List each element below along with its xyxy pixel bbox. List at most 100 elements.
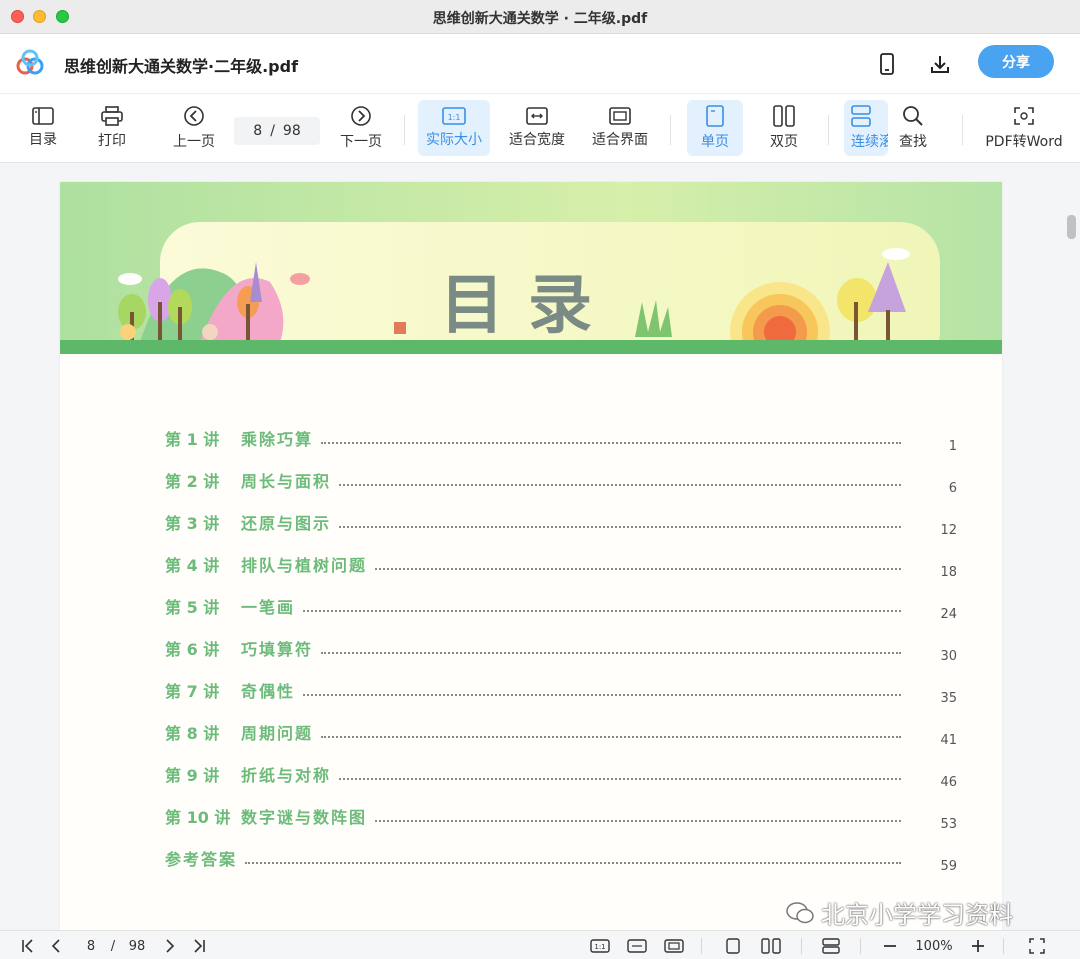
single-page-button[interactable]: 单页 xyxy=(687,100,743,156)
page-number-input[interactable]: 8 / 98 xyxy=(234,117,320,145)
toc-button[interactable]: 目录 xyxy=(18,100,68,156)
app-header: 思维创新大通关数学·二年级.pdf 分享 xyxy=(0,34,1080,94)
toc-entry-page: 18 xyxy=(940,565,957,580)
double-page-label: 双页 xyxy=(770,134,798,150)
toc-entry[interactable]: 第 2 讲 周长与面积 6 xyxy=(165,468,957,496)
toc-entry-page: 41 xyxy=(940,733,957,748)
document-title: 思维创新大通关数学·二年级.pdf xyxy=(64,57,299,76)
fit-page-icon xyxy=(664,939,684,953)
prev-page-button[interactable]: 上一页 xyxy=(165,100,223,156)
toc-leader-dots xyxy=(339,778,901,780)
share-button[interactable]: 分享 xyxy=(978,45,1054,78)
last-page-button[interactable] xyxy=(189,936,209,956)
print-label: 打印 xyxy=(98,133,126,149)
watermark-text: 北京小学学习资料 xyxy=(821,901,1013,929)
svg-text:1:1: 1:1 xyxy=(594,943,605,951)
print-button[interactable]: 打印 xyxy=(88,100,136,156)
toc-entry-title: 折纸与对称 xyxy=(241,766,332,785)
chevron-right-icon xyxy=(166,939,175,953)
status-double-page-button[interactable] xyxy=(760,936,782,956)
window-titlebar: 思维创新大通关数学 · 二年级.pdf xyxy=(0,0,1080,34)
toc-leader-dots xyxy=(245,862,901,864)
toc-entry-page: 1 xyxy=(948,439,957,454)
status-current-page[interactable]: 8 xyxy=(80,936,102,956)
pdf-to-word-button[interactable]: PDF转Word xyxy=(982,100,1066,156)
actual-size-icon: 1:1 xyxy=(442,107,466,125)
status-single-page-button[interactable] xyxy=(724,936,742,956)
toc-entry-number: 第 5 讲 xyxy=(165,598,220,617)
toc-entry[interactable]: 第 6 讲 巧填算符 30 xyxy=(165,636,957,664)
download-icon[interactable] xyxy=(926,50,954,78)
toc-entry-title: 巧填算符 xyxy=(241,640,314,659)
chevron-left-circle-icon xyxy=(184,106,204,126)
continuous-scroll-button[interactable]: 连续滚 xyxy=(844,100,888,156)
toolbar-divider xyxy=(404,115,405,145)
continuous-scroll-icon xyxy=(822,938,840,954)
status-continuous-button[interactable] xyxy=(820,936,842,956)
first-page-button[interactable] xyxy=(18,936,38,956)
next-page-small-button[interactable] xyxy=(160,936,180,956)
toc-entry-number: 第 10 讲 xyxy=(165,808,231,827)
status-divider xyxy=(801,938,802,954)
toc-entry-title: 数字谜与数阵图 xyxy=(241,808,368,827)
toc-entry[interactable]: 参考答案 59 xyxy=(165,846,957,874)
zoom-in-button[interactable] xyxy=(968,936,988,956)
page-separator: / xyxy=(270,123,275,139)
toc-entry[interactable]: 第 9 讲 折纸与对称 46 xyxy=(165,762,957,790)
next-page-label: 下一页 xyxy=(340,134,382,150)
fullscreen-button[interactable] xyxy=(1026,936,1048,956)
toc-entry-page: 6 xyxy=(948,481,957,496)
toc-entry-number: 第 1 讲 xyxy=(165,430,220,449)
fit-width-button[interactable]: 适合宽度 xyxy=(503,100,571,156)
zoom-out-button[interactable] xyxy=(880,936,900,956)
minus-icon xyxy=(884,945,896,947)
convert-icon xyxy=(1014,107,1034,125)
double-page-button[interactable]: 双页 xyxy=(758,100,810,156)
next-page-button[interactable]: 下一页 xyxy=(332,100,390,156)
toolbar-divider xyxy=(962,115,963,145)
document-viewer[interactable]: 目录 第 1 讲 乘除巧算 1 第 2 讲 周长与面积 6 第 3 讲 还原与图示 12 第 4 … xyxy=(0,163,1080,930)
app-logo-icon xyxy=(16,49,44,75)
phone-icon[interactable] xyxy=(873,50,901,78)
prev-page-small-button[interactable] xyxy=(46,936,66,956)
status-fit-page-button[interactable] xyxy=(663,936,685,956)
toc-entry-title: 一笔画 xyxy=(241,598,296,617)
current-page: 8 xyxy=(253,123,263,139)
fit-width-icon xyxy=(627,939,647,953)
fit-width-icon xyxy=(526,107,548,125)
total-pages: 98 xyxy=(282,123,301,139)
toc-label: 目录 xyxy=(29,132,57,148)
toc-entry-number: 第 7 讲 xyxy=(165,682,220,701)
toc-entry-page: 12 xyxy=(940,523,957,538)
toc-entry-title: 还原与图示 xyxy=(241,514,332,533)
toc-entry[interactable]: 第 3 讲 还原与图示 12 xyxy=(165,510,957,538)
single-page-icon xyxy=(706,105,724,127)
status-fit-width-button[interactable] xyxy=(626,936,648,956)
toc-entry[interactable]: 第 7 讲 奇偶性 35 xyxy=(165,678,957,706)
find-button[interactable]: 查找 xyxy=(890,100,936,156)
toc-entry[interactable]: 第 10 讲数字谜与数阵图 53 xyxy=(165,804,957,832)
fit-width-label: 适合宽度 xyxy=(509,132,565,148)
toc-entry-number: 第 4 讲 xyxy=(165,556,220,575)
actual-size-button[interactable]: 1:1 实际大小 xyxy=(418,100,490,156)
zoom-level[interactable]: 100% xyxy=(908,936,960,956)
find-label: 查找 xyxy=(899,134,927,150)
status-actual-size-button[interactable]: 1:1 xyxy=(589,936,611,956)
toc-entry[interactable]: 第 1 讲 乘除巧算 1 xyxy=(165,426,957,454)
toc-entry-number: 第 8 讲 xyxy=(165,724,220,743)
toc-entry-title: 参考答案 xyxy=(165,850,238,869)
wechat-icon xyxy=(786,901,814,923)
fit-page-button[interactable]: 适合界面 xyxy=(586,100,654,156)
toc-leader-dots xyxy=(303,694,901,696)
status-bar: 8 / 98 1:1 100% xyxy=(0,930,1080,959)
status-divider xyxy=(701,938,702,954)
toc-leader-dots xyxy=(375,568,901,570)
toc-entry[interactable]: 第 8 讲 周期问题 41 xyxy=(165,720,957,748)
toc-entry[interactable]: 第 4 讲 排队与植树问题 18 xyxy=(165,552,957,580)
toc-entry[interactable]: 第 5 讲 一笔画 24 xyxy=(165,594,957,622)
fit-page-icon xyxy=(609,107,631,125)
toc-leader-dots xyxy=(375,820,901,822)
double-page-icon xyxy=(761,938,781,954)
toc-entry-page: 30 xyxy=(940,649,957,664)
vertical-scrollbar-thumb[interactable] xyxy=(1067,215,1076,239)
